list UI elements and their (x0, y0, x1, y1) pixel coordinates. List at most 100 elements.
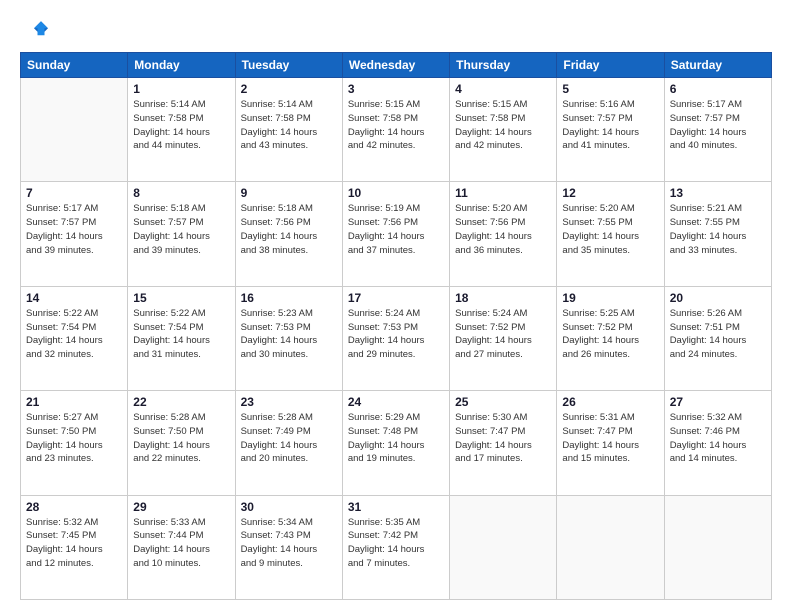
day-number: 25 (455, 395, 551, 409)
day-number: 8 (133, 186, 229, 200)
day-info: Sunrise: 5:15 AMSunset: 7:58 PMDaylight:… (348, 98, 444, 153)
day-info: Sunrise: 5:25 AMSunset: 7:52 PMDaylight:… (562, 307, 658, 362)
day-info: Sunrise: 5:34 AMSunset: 7:43 PMDaylight:… (241, 516, 337, 571)
calendar-week-row: 1Sunrise: 5:14 AMSunset: 7:58 PMDaylight… (21, 78, 772, 182)
day-number: 9 (241, 186, 337, 200)
day-info: Sunrise: 5:27 AMSunset: 7:50 PMDaylight:… (26, 411, 122, 466)
calendar-cell: 12Sunrise: 5:20 AMSunset: 7:55 PMDayligh… (557, 182, 664, 286)
page: SundayMondayTuesdayWednesdayThursdayFrid… (0, 0, 792, 612)
day-number: 27 (670, 395, 766, 409)
calendar-cell: 19 Sunrise: 5:25 AMSunset: 7:52 PMDayligh… (557, 286, 664, 390)
calendar-cell: 17 Sunrise: 5:24 AMSunset: 7:53 PMDayligh… (342, 286, 449, 390)
day-info: Sunrise: 5:29 AMSunset: 7:48 PMDaylight:… (348, 411, 444, 466)
day-info: Sunrise: 5:24 AMSunset: 7:53 PMDaylight:… (348, 307, 444, 362)
day-number: 20 (670, 291, 766, 305)
weekday-header-sunday: Sunday (21, 53, 128, 78)
day-number: 15 (133, 291, 229, 305)
day-number: 21 (26, 395, 122, 409)
calendar-cell: 7 Sunrise: 5:17 AMSunset: 7:57 PMDaylight… (21, 182, 128, 286)
day-number: 29 (133, 500, 229, 514)
day-number: 6 (670, 82, 766, 96)
day-number: 5 (562, 82, 658, 96)
day-info: Sunrise: 5:35 AMSunset: 7:42 PMDaylight:… (348, 516, 444, 571)
day-info: Sunrise: 5:24 AMSunset: 7:52 PMDaylight:… (455, 307, 551, 362)
day-number: 7 (26, 186, 122, 200)
day-info: Sunrise: 5:32 AMSunset: 7:45 PMDaylight:… (26, 516, 122, 571)
day-info: Sunrise: 5:20 AMSunset: 7:56 PMDaylight:… (455, 202, 551, 257)
calendar-week-row: 7 Sunrise: 5:17 AMSunset: 7:57 PMDaylight… (21, 182, 772, 286)
calendar-cell (557, 495, 664, 599)
day-info: Sunrise: 5:26 AMSunset: 7:51 PMDaylight:… (670, 307, 766, 362)
calendar-cell: 9 Sunrise: 5:18 AMSunset: 7:56 PMDaylight… (235, 182, 342, 286)
day-number: 3 (348, 82, 444, 96)
calendar-cell: 2Sunrise: 5:14 AMSunset: 7:58 PMDaylight… (235, 78, 342, 182)
calendar-cell: 21 Sunrise: 5:27 AMSunset: 7:50 PMDayligh… (21, 391, 128, 495)
day-info: Sunrise: 5:16 AMSunset: 7:57 PMDaylight:… (562, 98, 658, 153)
calendar-cell: 11 Sunrise: 5:20 AMSunset: 7:56 PMDayligh… (450, 182, 557, 286)
day-number: 18 (455, 291, 551, 305)
day-info: Sunrise: 5:18 AMSunset: 7:57 PMDaylight:… (133, 202, 229, 257)
day-number: 22 (133, 395, 229, 409)
day-info: Sunrise: 5:15 AMSunset: 7:58 PMDaylight:… (455, 98, 551, 153)
calendar-cell: 20 Sunrise: 5:26 AMSunset: 7:51 PMDayligh… (664, 286, 771, 390)
calendar-cell: 31Sunrise: 5:35 AMSunset: 7:42 PMDayligh… (342, 495, 449, 599)
day-info: Sunrise: 5:14 AMSunset: 7:58 PMDaylight:… (241, 98, 337, 153)
day-info: Sunrise: 5:31 AMSunset: 7:47 PMDaylight:… (562, 411, 658, 466)
weekday-header-monday: Monday (128, 53, 235, 78)
calendar-cell: 5 Sunrise: 5:16 AMSunset: 7:57 PMDaylight… (557, 78, 664, 182)
calendar-cell: 18 Sunrise: 5:24 AMSunset: 7:52 PMDayligh… (450, 286, 557, 390)
day-number: 4 (455, 82, 551, 96)
calendar-cell: 4 Sunrise: 5:15 AMSunset: 7:58 PMDaylight… (450, 78, 557, 182)
day-number: 19 (562, 291, 658, 305)
weekday-header-saturday: Saturday (664, 53, 771, 78)
calendar-cell: 14 Sunrise: 5:22 AMSunset: 7:54 PMDayligh… (21, 286, 128, 390)
day-info: Sunrise: 5:14 AMSunset: 7:58 PMDaylight:… (133, 98, 229, 153)
day-number: 14 (26, 291, 122, 305)
calendar-cell: 3 Sunrise: 5:15 AMSunset: 7:58 PMDaylight… (342, 78, 449, 182)
calendar-cell (450, 495, 557, 599)
calendar-week-row: 28 Sunrise: 5:32 AMSunset: 7:45 PMDayligh… (21, 495, 772, 599)
day-info: Sunrise: 5:22 AMSunset: 7:54 PMDaylight:… (26, 307, 122, 362)
day-number: 26 (562, 395, 658, 409)
calendar-cell: 22 Sunrise: 5:28 AMSunset: 7:50 PMDayligh… (128, 391, 235, 495)
day-number: 24 (348, 395, 444, 409)
day-number: 28 (26, 500, 122, 514)
day-info: Sunrise: 5:32 AMSunset: 7:46 PMDaylight:… (670, 411, 766, 466)
day-info: Sunrise: 5:28 AMSunset: 7:49 PMDaylight:… (241, 411, 337, 466)
generalblue-logo-icon (20, 16, 48, 44)
day-info: Sunrise: 5:28 AMSunset: 7:50 PMDaylight:… (133, 411, 229, 466)
calendar-cell: 6 Sunrise: 5:17 AMSunset: 7:57 PMDaylight… (664, 78, 771, 182)
day-info: Sunrise: 5:17 AMSunset: 7:57 PMDaylight:… (670, 98, 766, 153)
day-info: Sunrise: 5:18 AMSunset: 7:56 PMDaylight:… (241, 202, 337, 257)
calendar-cell: 8 Sunrise: 5:18 AMSunset: 7:57 PMDaylight… (128, 182, 235, 286)
day-number: 11 (455, 186, 551, 200)
weekday-header-friday: Friday (557, 53, 664, 78)
day-number: 17 (348, 291, 444, 305)
calendar-cell: 10Sunrise: 5:19 AMSunset: 7:56 PMDayligh… (342, 182, 449, 286)
weekday-header-thursday: Thursday (450, 53, 557, 78)
day-number: 12 (562, 186, 658, 200)
day-number: 30 (241, 500, 337, 514)
calendar-week-row: 21 Sunrise: 5:27 AMSunset: 7:50 PMDayligh… (21, 391, 772, 495)
calendar-cell (21, 78, 128, 182)
calendar-cell: 26 Sunrise: 5:31 AMSunset: 7:47 PMDayligh… (557, 391, 664, 495)
weekday-header-tuesday: Tuesday (235, 53, 342, 78)
weekday-header-row: SundayMondayTuesdayWednesdayThursdayFrid… (21, 53, 772, 78)
day-info: Sunrise: 5:17 AMSunset: 7:57 PMDaylight:… (26, 202, 122, 257)
day-number: 16 (241, 291, 337, 305)
calendar-table: SundayMondayTuesdayWednesdayThursdayFrid… (20, 52, 772, 600)
weekday-header-wednesday: Wednesday (342, 53, 449, 78)
calendar-cell: 15 Sunrise: 5:22 AMSunset: 7:54 PMDayligh… (128, 286, 235, 390)
logo (20, 16, 52, 44)
day-info: Sunrise: 5:19 AMSunset: 7:56 PMDaylight:… (348, 202, 444, 257)
header (20, 16, 772, 44)
day-info: Sunrise: 5:23 AMSunset: 7:53 PMDaylight:… (241, 307, 337, 362)
calendar-cell: 29 Sunrise: 5:33 AMSunset: 7:44 PMDayligh… (128, 495, 235, 599)
calendar-week-row: 14 Sunrise: 5:22 AMSunset: 7:54 PMDayligh… (21, 286, 772, 390)
day-number: 23 (241, 395, 337, 409)
day-info: Sunrise: 5:22 AMSunset: 7:54 PMDaylight:… (133, 307, 229, 362)
calendar-cell: 28 Sunrise: 5:32 AMSunset: 7:45 PMDayligh… (21, 495, 128, 599)
day-info: Sunrise: 5:33 AMSunset: 7:44 PMDaylight:… (133, 516, 229, 571)
calendar-cell: 23 Sunrise: 5:28 AMSunset: 7:49 PMDayligh… (235, 391, 342, 495)
calendar-cell: 13Sunrise: 5:21 AMSunset: 7:55 PMDayligh… (664, 182, 771, 286)
